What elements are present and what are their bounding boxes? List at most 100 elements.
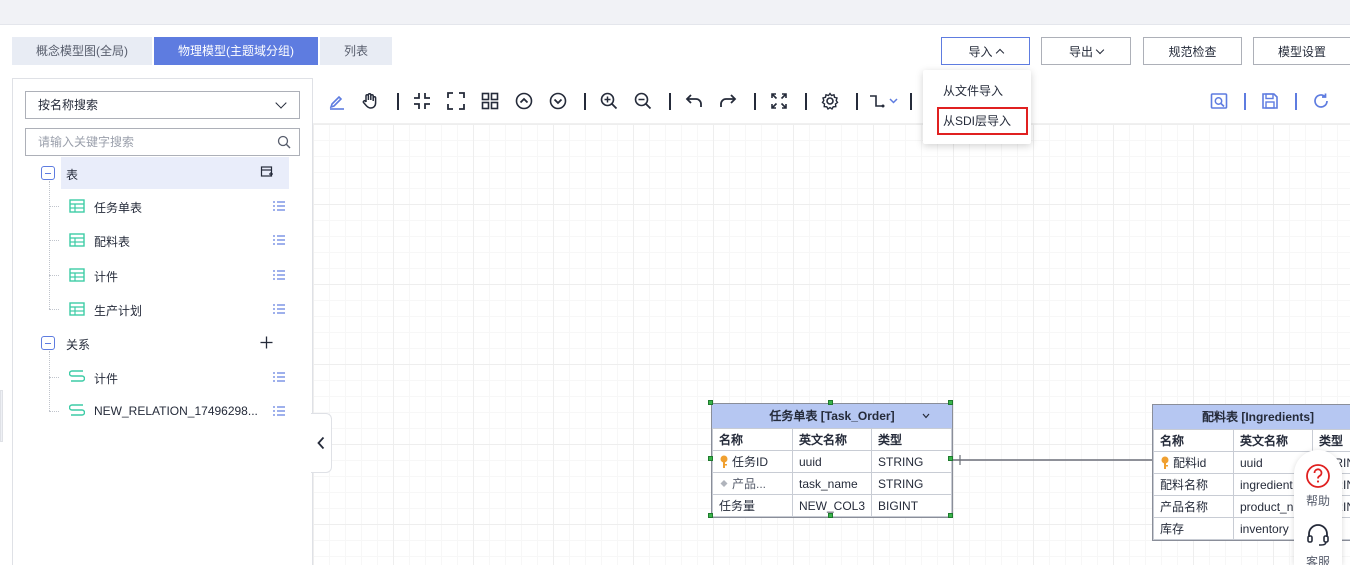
resize-handle[interactable] xyxy=(828,400,833,405)
list-menu-icon[interactable] xyxy=(273,235,285,245)
expand-all-icon[interactable] xyxy=(514,91,534,111)
refresh-icon[interactable] xyxy=(1311,91,1331,111)
list-menu-icon[interactable] xyxy=(273,406,285,416)
hand-pan-icon[interactable] xyxy=(360,91,380,111)
fullscreen-icon[interactable] xyxy=(769,91,789,111)
tree-item-label: NEW_RELATION_17496298... xyxy=(94,404,258,418)
search-mode-value: 按名称搜索 xyxy=(38,98,99,112)
redo-icon[interactable] xyxy=(718,91,738,111)
menu-item-import-from-sdi[interactable]: 从SDI层导入 xyxy=(936,106,1029,136)
table-row[interactable]: 产品... task_name STRING xyxy=(712,472,952,495)
entity-task-order[interactable]: 任务单表 [Task_Order] 名称 英文名称 类型 任务ID uuid S… xyxy=(711,403,953,518)
field-name: 产品名称 xyxy=(1153,495,1234,518)
field-name: 配料名称 xyxy=(1153,473,1234,496)
search-box xyxy=(25,128,300,156)
field-name: 任务ID xyxy=(732,455,769,469)
tree-connector xyxy=(49,411,59,412)
floating-help-panel: 帮助 客服 xyxy=(1294,450,1342,565)
field-english-name: uuid xyxy=(791,450,873,473)
resize-handle[interactable] xyxy=(948,513,953,518)
resize-handle[interactable] xyxy=(708,513,713,518)
gear-icon[interactable] xyxy=(820,91,840,111)
tree-item-relation[interactable]: NEW_RELATION_17496298... xyxy=(13,395,313,427)
view-tabs: 概念模型图(全局) 物理模型(主题域分组) 列表 xyxy=(12,37,392,65)
zoom-out-icon[interactable] xyxy=(633,91,653,111)
headset-icon[interactable] xyxy=(1305,522,1331,548)
relation-line[interactable] xyxy=(950,455,1155,467)
tree-connector xyxy=(49,275,59,276)
left-tree-panel: 按名称搜索 表 任务单表 配料表 计件 生产计划 关系 xyxy=(12,78,313,565)
relation-icon xyxy=(69,370,85,382)
connector-style-icon[interactable] xyxy=(868,91,902,111)
column-header: 名称 xyxy=(712,428,793,451)
export-button[interactable]: 导出 xyxy=(1041,37,1131,65)
toolbar-divider xyxy=(669,93,671,110)
list-menu-icon[interactable] xyxy=(273,270,285,280)
plus-icon[interactable] xyxy=(260,336,273,349)
collapse-icon[interactable] xyxy=(41,166,55,180)
tree-item-table[interactable]: 生产计划 xyxy=(13,293,313,325)
field-name: 产品... xyxy=(732,477,767,491)
field-english-name: task_name xyxy=(791,472,873,495)
tree-item-relation[interactable]: 计件 xyxy=(13,361,313,393)
chevron-up-icon xyxy=(995,48,1004,57)
canvas-toolbar xyxy=(313,79,1350,124)
toolbar-divider xyxy=(856,93,858,110)
resize-handle[interactable] xyxy=(948,400,953,405)
panel-collapse-handle[interactable] xyxy=(311,413,332,473)
resize-handle[interactable] xyxy=(948,456,953,461)
entity-title: 配料表 [Ingredients] xyxy=(1201,410,1314,424)
tree-item-label: 任务单表 xyxy=(94,201,143,215)
table-row[interactable]: 任务ID uuid STRING xyxy=(712,450,952,473)
edit-pen-icon[interactable] xyxy=(327,91,347,111)
help-icon[interactable] xyxy=(1305,463,1331,489)
shrink-icon[interactable] xyxy=(412,91,432,111)
field-type: STRING xyxy=(871,472,952,495)
tab-physical-model[interactable]: 物理模型(主题域分组) xyxy=(154,37,318,65)
tree-group-tables[interactable] xyxy=(61,157,289,189)
menu-item-import-from-file[interactable]: 从文件导入 xyxy=(923,76,1031,106)
fit-frame-icon[interactable] xyxy=(446,91,466,111)
spec-check-button[interactable]: 规范检查 xyxy=(1143,37,1242,65)
search-input[interactable] xyxy=(26,129,256,155)
resize-handle[interactable] xyxy=(828,513,833,518)
preview-search-icon[interactable] xyxy=(1209,91,1229,111)
tree-item-table[interactable]: 计件 xyxy=(13,259,313,291)
collapse-all-icon[interactable] xyxy=(548,91,568,111)
tab-conceptual-model[interactable]: 概念模型图(全局) xyxy=(12,37,152,65)
table-header-row: 名称 英文名称 类型 xyxy=(712,428,952,451)
tree-item-label: 配料表 xyxy=(94,235,131,249)
zoom-in-icon[interactable] xyxy=(599,91,619,111)
add-table-icon[interactable] xyxy=(260,165,274,179)
resize-handle[interactable] xyxy=(708,456,713,461)
table-icon xyxy=(69,268,85,282)
search-mode-select[interactable]: 按名称搜索 xyxy=(25,91,300,119)
chevron-down-icon[interactable] xyxy=(922,413,930,419)
tree-item-table[interactable]: 任务单表 xyxy=(13,190,313,222)
entity-header: 配料表 [Ingredients] xyxy=(1153,405,1350,429)
tree-item-table[interactable]: 配料表 xyxy=(13,224,313,256)
tree-group-label: 表 xyxy=(66,168,79,182)
column-header: 英文名称 xyxy=(791,428,873,451)
service-label[interactable]: 客服 xyxy=(1294,553,1342,565)
save-icon[interactable] xyxy=(1260,91,1280,111)
import-button[interactable]: 导入 xyxy=(941,37,1030,65)
collapse-icon[interactable] xyxy=(41,336,55,350)
help-label[interactable]: 帮助 xyxy=(1294,492,1342,509)
tab-list[interactable]: 列表 xyxy=(320,37,392,65)
tree-item-label: 计件 xyxy=(94,270,119,284)
list-menu-icon[interactable] xyxy=(273,304,285,314)
search-icon[interactable] xyxy=(277,135,291,149)
grid-layout-icon[interactable] xyxy=(480,91,500,111)
side-tab[interactable] xyxy=(0,390,3,442)
resize-handle[interactable] xyxy=(708,400,713,405)
table-icon xyxy=(69,302,85,316)
toolbar-divider xyxy=(1295,93,1297,110)
undo-icon[interactable] xyxy=(684,91,704,111)
list-menu-icon[interactable] xyxy=(273,201,285,211)
column-header: 英文名称 xyxy=(1233,429,1313,452)
chevron-left-icon xyxy=(317,436,325,450)
toolbar-divider xyxy=(754,93,756,110)
list-menu-icon[interactable] xyxy=(273,372,285,382)
model-settings-button[interactable]: 模型设置 xyxy=(1253,37,1350,65)
